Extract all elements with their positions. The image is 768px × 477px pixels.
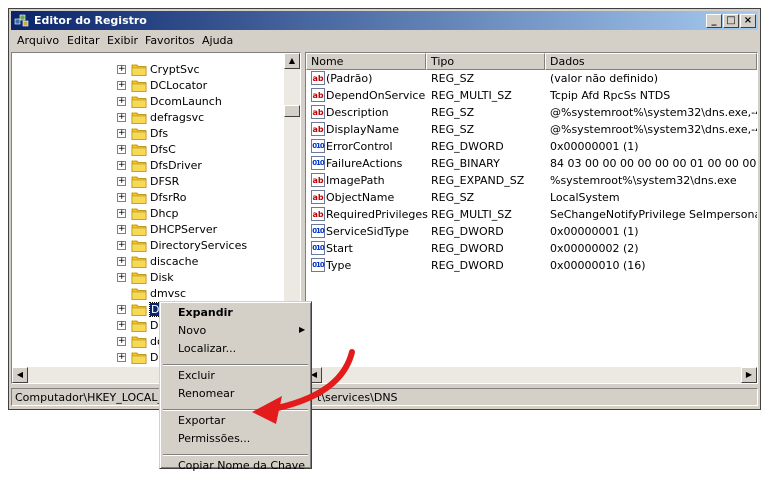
annotation-arrow-icon (252, 349, 355, 424)
